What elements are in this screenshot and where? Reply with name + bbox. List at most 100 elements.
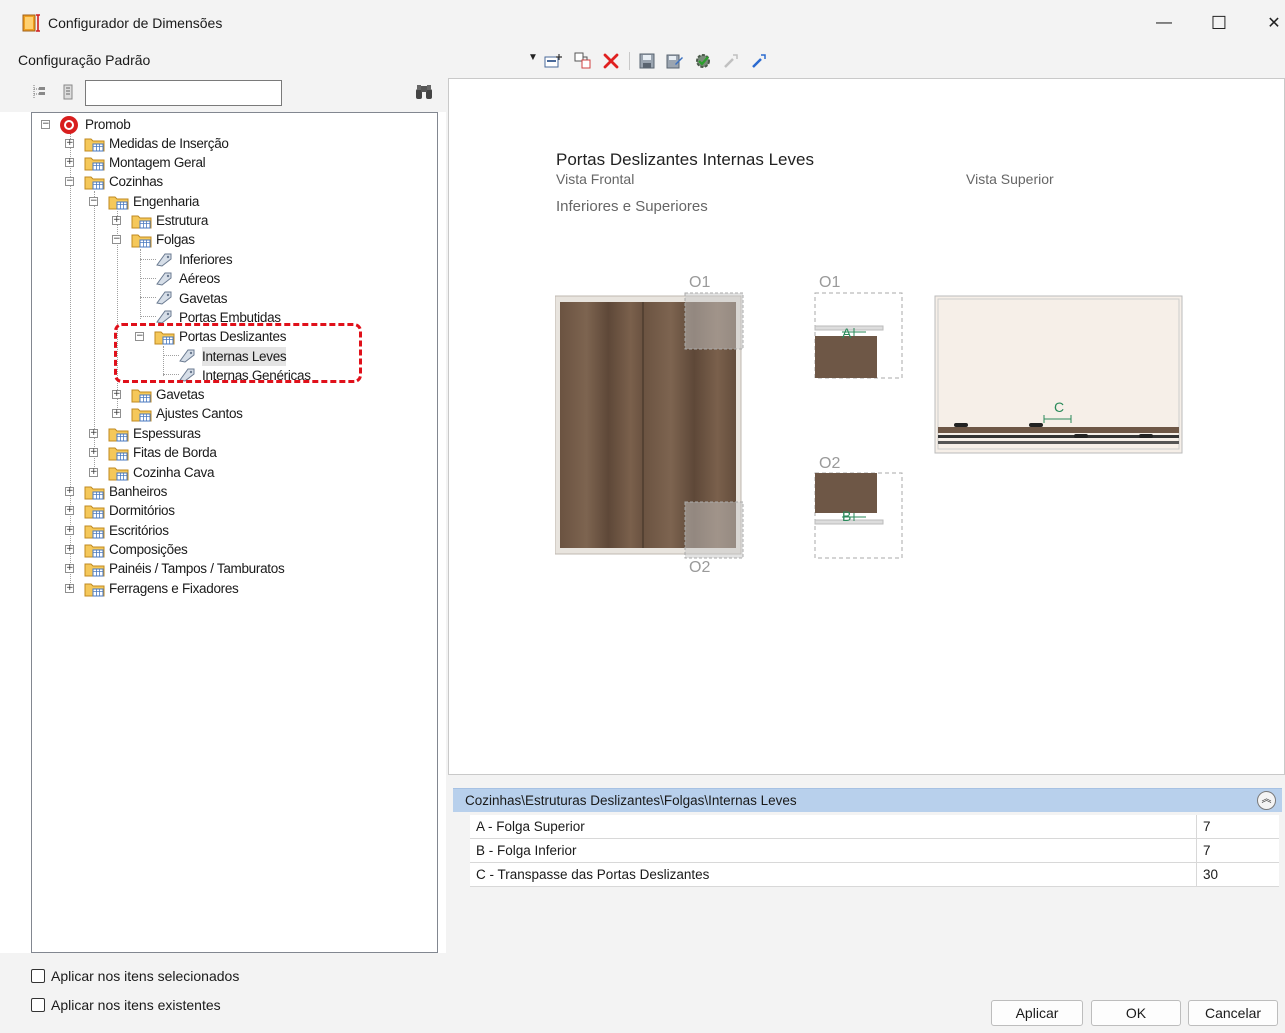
apply-existing-label: Aplicar nos itens existentes [51,997,221,1013]
tree-item-promob[interactable]: Promob [85,115,131,134]
promob-logo-icon [60,116,78,134]
tree-expand-toggle[interactable]: + [112,390,121,399]
tree-expand-toggle[interactable]: + [112,216,121,225]
tree-item-folgas[interactable]: Folgas [156,230,195,249]
tree-item-estrutura[interactable]: Estrutura [156,211,208,230]
tree-item-espessuras[interactable]: Espessuras [133,424,201,443]
top-view-label: Vista Superior [966,171,1054,187]
tree-expand-toggle[interactable]: + [65,487,74,496]
expand-all-icon[interactable] [31,83,49,101]
property-name: A - Folga Superior [476,819,585,834]
save-icon[interactable] [638,52,656,70]
maximize-button[interactable]: ☐ [1196,8,1242,38]
folder-open-icon [108,196,129,210]
folder-icon [84,544,105,558]
settings-icon[interactable] [694,52,712,70]
close-button[interactable]: ✕ [1251,8,1285,38]
tree-item-aereos[interactable]: Aéreos [179,269,220,288]
tree-expand-toggle[interactable]: + [89,448,98,457]
property-value-input[interactable]: 30 [1196,863,1279,886]
tree-item-fitas-de-borda[interactable]: Fitas de Borda [133,443,217,462]
checkbox-box[interactable] [31,998,45,1012]
tree-item-gavetas-folgas[interactable]: Gavetas [179,289,227,308]
save-as-icon[interactable] [666,52,684,70]
tree-item-gavetas[interactable]: Gavetas [156,385,204,404]
apply-existing-checkbox[interactable]: Aplicar nos itens existentes [31,997,221,1013]
tree-expand-toggle[interactable]: + [65,526,74,535]
ok-button[interactable]: OK [1091,1000,1181,1026]
tree-view[interactable]: − Promob + Medidas de Inserção + Montage… [31,112,438,953]
apply-selected-checkbox[interactable]: Aplicar nos itens selecionados [31,968,239,984]
tree-item-composicoes[interactable]: Composições [109,540,188,559]
config-name: Configuração Padrão [18,52,151,68]
tree-item-paineis-tampos[interactable]: Painéis / Tampos / Tamburatos [109,559,285,578]
apply-button[interactable]: Aplicar [991,1000,1083,1026]
tree-item-engenharia[interactable]: Engenharia [133,192,199,211]
top-view-illustration [934,295,1183,454]
tree-expand-toggle[interactable]: + [65,564,74,573]
folder-icon [84,486,105,500]
window-title: Configurador de Dimensões [48,15,223,31]
front-view-illustration [555,292,744,559]
search-input[interactable] [85,80,282,106]
tree-expand-toggle[interactable]: + [65,584,74,593]
detail-o2-label: O2 [689,559,711,576]
tree-expand-toggle[interactable]: + [65,139,74,148]
app-icon [22,14,40,32]
new-icon[interactable] [544,52,562,70]
folder-open-icon [84,176,105,190]
minimize-button[interactable]: — [1141,8,1187,38]
folder-icon [131,408,152,422]
cancel-button[interactable]: Cancelar [1188,1000,1278,1026]
tree-item-dormitorios[interactable]: Dormitórios [109,501,175,520]
properties-path: Cozinhas\Estruturas Deslizantes\Folgas\I… [465,793,797,808]
tree-item-medidas-insercao[interactable]: Medidas de Inserção [109,134,229,153]
tree-item-montagem-geral[interactable]: Montagem Geral [109,153,206,172]
tree-item-escritorios[interactable]: Escritórios [109,521,169,540]
tree-item-banheiros[interactable]: Banheiros [109,482,167,501]
tree-item-ajustes-cantos[interactable]: Ajustes Cantos [156,404,243,423]
tag-icon [156,291,172,305]
export-icon[interactable] [722,52,740,70]
folder-icon [108,428,129,442]
delete-icon[interactable] [602,52,620,70]
tree-collapse-toggle[interactable]: − [112,235,121,244]
copy-icon[interactable] [574,52,592,70]
collapse-icon[interactable]: ︽ [1257,791,1276,810]
dimension-c-label: C [1054,399,1065,415]
property-value-input[interactable]: 7 [1196,815,1279,838]
detail-o2-title: O2 [819,455,841,472]
tree-collapse-toggle[interactable]: − [65,177,74,186]
detail-o1-title: O1 [819,274,841,291]
tree-collapse-toggle[interactable]: − [89,197,98,206]
tree-item-cozinhas[interactable]: Cozinhas [109,172,163,191]
tree-expand-toggle[interactable]: + [65,506,74,515]
property-name: B - Folga Inferior [476,843,577,858]
property-value-input[interactable]: 7 [1196,839,1279,862]
property-row: C - Transpasse das Portas Deslizantes 30 [470,863,1279,887]
property-row: A - Folga Superior 7 [470,815,1279,839]
front-view-label: Vista Frontal [556,171,635,187]
search-icon[interactable] [414,83,434,101]
tree-expand-toggle[interactable]: + [89,468,98,477]
config-dropdown-caret[interactable]: ▼ [528,52,538,63]
import-icon[interactable] [750,52,768,70]
checkbox-box[interactable] [31,969,45,983]
tree-item-ferragens[interactable]: Ferragens e Fixadores [109,579,239,598]
preview-title: Portas Deslizantes Internas Leves [556,150,814,169]
folder-icon [84,138,105,152]
tree-item-inferiores[interactable]: Inferiores [179,250,233,269]
folder-icon [84,505,105,519]
tag-icon [156,253,172,267]
tree-expand-toggle[interactable]: + [65,545,74,554]
folder-icon [84,157,105,171]
tree-expand-toggle[interactable]: + [89,429,98,438]
tree-collapse-toggle[interactable]: − [41,120,50,129]
tree-expand-toggle[interactable]: + [112,409,121,418]
tag-icon [156,310,172,324]
collapse-all-icon[interactable] [60,83,78,101]
config-bar: Configuração Padrão ▼ [0,46,1285,76]
tree-expand-toggle[interactable]: + [65,158,74,167]
detail-o1-label: O1 [689,274,711,291]
tree-item-cozinha-cava[interactable]: Cozinha Cava [133,463,215,482]
